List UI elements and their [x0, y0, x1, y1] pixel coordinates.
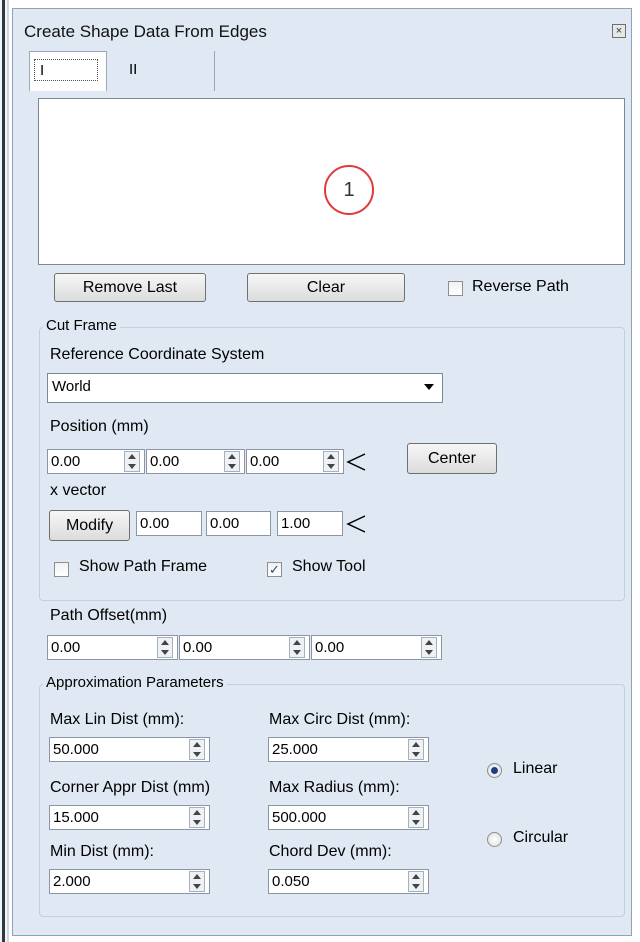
path-offset-y-value: 0.00 [183, 639, 213, 656]
max-circ-dist-value: 25.000 [272, 741, 318, 758]
max-lin-dist-label: Max Lin Dist (mm): [50, 711, 185, 728]
path-offset-x-spinner[interactable] [157, 637, 173, 658]
reference-coordinate-value: World [52, 378, 91, 395]
position-y-value: 0.00 [150, 453, 180, 470]
chevron-down-icon [424, 384, 434, 390]
path-offset-y-spinner[interactable] [289, 637, 305, 658]
reverse-path-label: Reverse Path [472, 278, 569, 295]
linear-radio[interactable] [487, 763, 502, 778]
position-label: Position (mm) [50, 418, 149, 435]
min-dist-input[interactable]: 2.000 [49, 869, 210, 894]
title-bar: Create Shape Data From Edges × [13, 9, 631, 53]
chord-dev-spinner[interactable] [408, 871, 424, 892]
show-path-frame-label: Show Path Frame [79, 558, 208, 575]
show-path-frame-checkbox[interactable] [54, 562, 69, 577]
max-radius-input[interactable]: 500.000 [268, 805, 429, 830]
position-y-input[interactable]: 0.00 [146, 449, 245, 474]
path-offset-y-input[interactable]: 0.00 [179, 635, 310, 660]
corner-appr-dist-label: Corner Appr Dist (mm) [50, 779, 211, 796]
max-circ-dist-spinner[interactable] [408, 739, 424, 760]
cut-frame-caption: Cut Frame [43, 317, 120, 334]
linear-label: Linear [513, 760, 558, 777]
dialog-title: Create Shape Data From Edges [24, 22, 267, 41]
corner-appr-dist-input[interactable]: 15.000 [49, 805, 210, 830]
path-offset-z-input[interactable]: 0.00 [311, 635, 442, 660]
path-offset-z-spinner[interactable] [421, 637, 437, 658]
chord-dev-input[interactable]: 0.050 [268, 869, 429, 894]
min-dist-spinner[interactable] [189, 871, 205, 892]
circular-label: Circular [513, 829, 569, 846]
modify-button[interactable]: Modify [49, 510, 130, 541]
position-y-spinner[interactable] [224, 451, 240, 472]
close-icon[interactable]: × [612, 24, 626, 38]
path-offset-x-value: 0.00 [51, 639, 81, 656]
x-vector-label: x vector [50, 482, 107, 499]
center-button[interactable]: Center [407, 443, 497, 474]
max-circ-dist-input[interactable]: 25.000 [268, 737, 429, 762]
chord-dev-label: Chord Dev (mm): [269, 843, 392, 860]
max-radius-value: 500.000 [272, 809, 327, 826]
show-tool-checkbox[interactable]: ✓ [267, 562, 282, 577]
xvector-y-input[interactable]: 0.00 [206, 511, 271, 536]
min-dist-label: Min Dist (mm): [50, 843, 154, 860]
reverse-path-checkbox[interactable] [448, 281, 463, 296]
show-tool-label: Show Tool [292, 558, 366, 575]
left-window-edge-bar [2, 0, 5, 942]
max-radius-spinner[interactable] [408, 807, 424, 828]
path-offset-label: Path Offset(mm) [50, 607, 168, 624]
xvector-z-value: 1.00 [281, 515, 311, 532]
reference-coordinate-select[interactable]: World [47, 373, 443, 403]
position-z-spinner[interactable] [323, 451, 339, 472]
tab-focus-rect [34, 59, 98, 81]
max-lin-dist-spinner[interactable] [189, 739, 205, 760]
dialog-panel: Create Shape Data From Edges × I II 1 Re… [12, 8, 632, 936]
approximation-caption: Approximation Parameters [43, 674, 227, 691]
tab-i[interactable]: I [29, 51, 107, 91]
max-lin-dist-input[interactable]: 50.000 [49, 737, 210, 762]
path-offset-z-value: 0.00 [315, 639, 345, 656]
edge-marker[interactable]: 1 [324, 165, 374, 215]
position-x-value: 0.00 [51, 453, 81, 470]
xvector-x-value: 0.00 [140, 515, 170, 532]
min-dist-value: 2.000 [53, 873, 91, 890]
max-lin-dist-value: 50.000 [53, 741, 99, 758]
position-x-input[interactable]: 0.00 [47, 449, 145, 474]
xvector-x-input[interactable]: 0.00 [136, 511, 202, 536]
chord-dev-value: 0.050 [272, 873, 310, 890]
corner-appr-dist-value: 15.000 [53, 809, 99, 826]
position-z-value: 0.00 [250, 453, 280, 470]
position-x-spinner[interactable] [124, 451, 140, 472]
tab-ii-label: II [129, 61, 138, 78]
left-window-edge [0, 0, 9, 942]
xvector-y-value: 0.00 [210, 515, 240, 532]
max-circ-dist-label: Max Circ Dist (mm): [269, 711, 411, 728]
clear-button[interactable]: Clear [247, 273, 405, 302]
circular-radio[interactable] [487, 832, 502, 847]
corner-appr-dist-spinner[interactable] [189, 807, 205, 828]
position-z-input[interactable]: 0.00 [246, 449, 344, 474]
max-radius-label: Max Radius (mm): [269, 779, 400, 796]
remove-last-button[interactable]: Remove Last [54, 273, 206, 302]
edge-list-canvas[interactable]: 1 [38, 98, 625, 265]
pick-position-icon[interactable] [345, 451, 367, 473]
tab-ii[interactable]: II [109, 51, 215, 91]
xvector-z-input[interactable]: 1.00 [277, 511, 343, 536]
pick-xvector-icon[interactable] [345, 513, 367, 535]
reference-coordinate-label: Reference Coordinate System [50, 346, 265, 363]
path-offset-x-input[interactable]: 0.00 [47, 635, 178, 660]
